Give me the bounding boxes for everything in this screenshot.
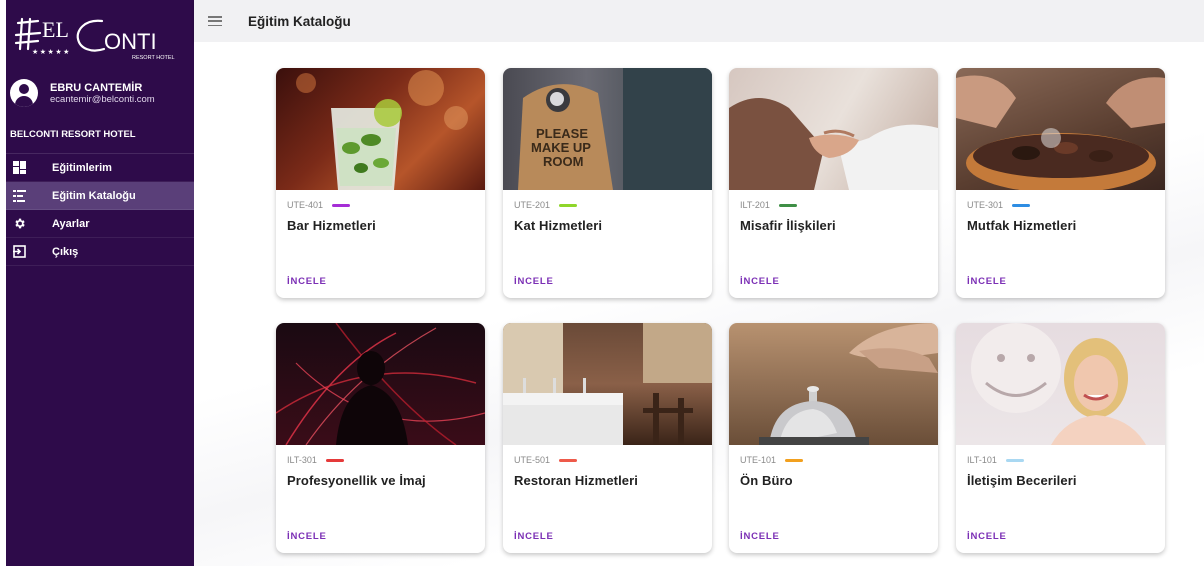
- course-color-bar: [559, 458, 578, 462]
- course-catalog: UTE-401 Bar Hizmetleri İNCELE PLEASE MAK…: [194, 42, 1204, 566]
- incele-button[interactable]: İNCELE: [287, 531, 327, 542]
- svg-text:ROOM: ROOM: [543, 154, 583, 169]
- course-code: ILT-301: [287, 455, 317, 465]
- course-color-bar: [1005, 458, 1024, 462]
- hotel-name: BELCONTI RESORT HOTEL: [6, 116, 194, 154]
- course-title: Profesyonellik ve İmaj: [287, 473, 426, 488]
- gear-icon: [12, 217, 26, 231]
- sidebar-item-ayarlar[interactable]: Ayarlar: [6, 210, 194, 238]
- course-title: Restoran Hizmetleri: [514, 473, 638, 488]
- belconti-logo[interactable]: EL ONTI ★★★★★ RESORT HOTEL: [6, 0, 194, 70]
- course-code: ILT-201: [740, 200, 770, 210]
- sidebar-item-egitim-katalogu[interactable]: Eğitim Kataloğu: [6, 182, 194, 210]
- sidebar-item-egitimlerim[interactable]: Eğitimlerim: [6, 154, 194, 182]
- course-card[interactable]: ILT-101 İletişim Becerileri İNCELE: [956, 323, 1165, 553]
- course-image-kitchen: [956, 68, 1165, 190]
- incele-button[interactable]: İNCELE: [287, 276, 327, 287]
- svg-text:MAKE UP: MAKE UP: [531, 140, 591, 155]
- course-card[interactable]: UTE-101 Ön Büro İNCELE: [729, 323, 938, 553]
- incele-button[interactable]: İNCELE: [514, 531, 554, 542]
- course-color-bar: [332, 203, 351, 207]
- course-card[interactable]: ILT-201 Misafir İlişkileri İNCELE: [729, 68, 938, 298]
- sidebar-item-label: Eğitimlerim: [52, 161, 112, 174]
- course-code: UTE-301: [967, 200, 1004, 210]
- sidebar: EL ONTI ★★★★★ RESORT HOTEL EBRU CANTEMİR…: [6, 0, 194, 566]
- course-color-bar: [325, 458, 344, 462]
- list-icon: [12, 189, 26, 203]
- course-image-restaurant: [503, 323, 712, 445]
- page-title: Eğitim Kataloğu: [248, 13, 351, 29]
- course-title: Kat Hizmetleri: [514, 218, 603, 233]
- svg-text:PLEASE: PLEASE: [536, 126, 588, 141]
- course-card[interactable]: ILT-301 Profesyonellik ve İmaj İNCELE: [276, 323, 485, 553]
- incele-button[interactable]: İNCELE: [514, 276, 554, 287]
- course-color-bar: [785, 458, 804, 462]
- user-profile: EBRU CANTEMİR ecantemir@belconti.com: [6, 70, 194, 116]
- course-card[interactable]: UTE-301 Mutfak Hizmetleri İNCELE: [956, 68, 1165, 298]
- course-image-service-bell: [729, 323, 938, 445]
- course-color-bar: [559, 203, 578, 207]
- course-card[interactable]: UTE-501 Restoran Hizmetleri İNCELE: [503, 323, 712, 553]
- course-card[interactable]: PLEASE MAKE UP ROOM UTE-201 Kat Hizmetle…: [503, 68, 712, 298]
- menu-icon[interactable]: [208, 16, 222, 26]
- incele-button[interactable]: İNCELE: [967, 276, 1007, 287]
- avatar: [10, 79, 38, 107]
- sidebar-item-label: Ayarlar: [52, 217, 90, 230]
- course-image-light-silhouette: [276, 323, 485, 445]
- app-header: Eğitim Kataloğu: [194, 0, 1204, 42]
- svg-text:RESORT HOTEL: RESORT HOTEL: [132, 55, 175, 61]
- course-image-smiling-woman: [956, 323, 1165, 445]
- course-color-bar: [778, 203, 797, 207]
- course-card[interactable]: UTE-401 Bar Hizmetleri İNCELE: [276, 68, 485, 298]
- course-code: UTE-101: [740, 455, 777, 465]
- course-image-handshake: [729, 68, 938, 190]
- incele-button[interactable]: İNCELE: [740, 531, 780, 542]
- user-email: ecantemir@belconti.com: [50, 93, 155, 105]
- incele-button[interactable]: İNCELE: [967, 531, 1007, 542]
- course-title: Bar Hizmetleri: [287, 218, 376, 233]
- course-code: ILT-101: [967, 455, 997, 465]
- course-color-bar: [1012, 203, 1031, 207]
- course-title: İletişim Becerileri: [967, 473, 1077, 488]
- svg-text:★★★★★: ★★★★★: [32, 48, 71, 56]
- course-code: UTE-501: [514, 455, 551, 465]
- course-code: UTE-201: [514, 200, 551, 210]
- logout-icon: [12, 245, 26, 259]
- sidebar-item-label: Eğitim Kataloğu: [52, 189, 136, 202]
- course-image-door-sign: PLEASE MAKE UP ROOM: [503, 68, 712, 190]
- course-image-cocktail: [276, 68, 485, 190]
- dashboard-icon: [12, 161, 26, 175]
- course-code: UTE-401: [287, 200, 324, 210]
- svg-text:ONTI: ONTI: [104, 29, 157, 54]
- course-title: Misafir İlişkileri: [740, 218, 836, 233]
- course-title: Ön Büro: [740, 473, 793, 488]
- course-title: Mutfak Hizmetleri: [967, 218, 1077, 233]
- sidebar-item-cikis[interactable]: Çıkış: [6, 238, 194, 266]
- svg-text:EL: EL: [42, 17, 69, 42]
- sidebar-item-label: Çıkış: [52, 245, 79, 258]
- user-name: EBRU CANTEMİR: [50, 81, 143, 94]
- incele-button[interactable]: İNCELE: [740, 276, 780, 287]
